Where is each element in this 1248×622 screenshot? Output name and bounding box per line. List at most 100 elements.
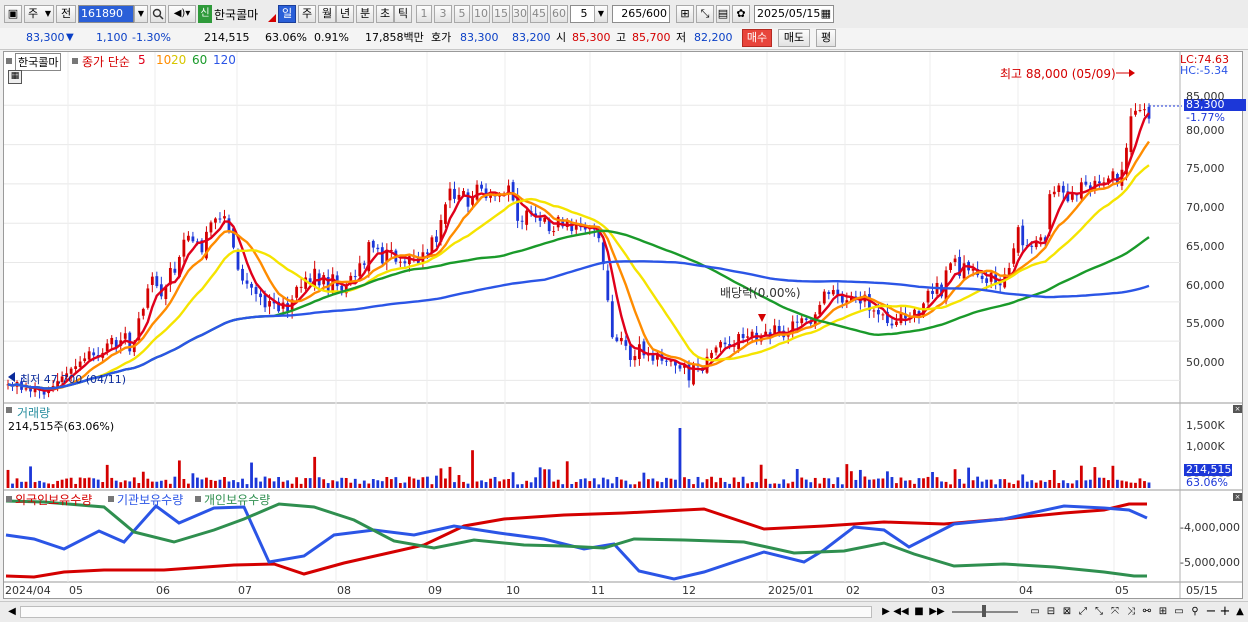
price-chart-svg[interactable]: [4, 52, 1242, 598]
volume-bar: [520, 484, 524, 488]
period-tab-6[interactable]: 틱: [394, 5, 412, 23]
volume-close-icon[interactable]: ×: [1233, 405, 1242, 413]
candle-body: [827, 292, 831, 294]
interval-button-1[interactable]: 3: [434, 5, 452, 23]
interval-button-4[interactable]: 15: [492, 5, 510, 23]
period-tab-2[interactable]: 월: [318, 5, 336, 23]
volume-bar: [376, 480, 380, 488]
calculator-icon[interactable]: ▦: [8, 70, 22, 84]
window-menu-icon[interactable]: ▣: [4, 5, 22, 23]
legend-ma-20[interactable]: 20: [171, 53, 186, 67]
eval-button[interactable]: 평: [816, 29, 836, 47]
volume-bar: [958, 478, 961, 488]
high-price: 85,700: [632, 31, 671, 44]
interval-button-7[interactable]: 60: [550, 5, 568, 23]
date-axis-label: 12: [682, 584, 696, 597]
interval-button-5[interactable]: 30: [512, 5, 528, 23]
interval-button-6[interactable]: 45: [530, 5, 548, 23]
legend-ma-label[interactable]: 종가 단순: [82, 53, 130, 70]
volume-bar: [308, 478, 312, 488]
crosshair-icon[interactable]: ⊞: [676, 5, 694, 23]
volume-bar: [795, 468, 799, 488]
volume-bar: [241, 478, 244, 488]
zoom-slider-thumb[interactable]: [982, 605, 986, 617]
candle-body: [1052, 191, 1056, 195]
current-pct-tag: -1.77%: [1186, 111, 1225, 124]
holding-legend-label[interactable]: 외국인보유수량: [15, 491, 92, 508]
volume-bar: [750, 481, 754, 488]
stop-icon[interactable]: ■: [911, 604, 927, 620]
volume-bar: [326, 483, 330, 488]
search-icon[interactable]: [150, 5, 166, 23]
volume-bar: [683, 477, 686, 488]
date-input[interactable]: 2025/05/15 ▦: [754, 5, 834, 23]
date-axis-label: 11: [591, 584, 605, 597]
period-tab-4[interactable]: 분: [356, 5, 374, 23]
tool-h-icon[interactable]: ⚯: [1139, 604, 1155, 620]
code-input[interactable]: 161890: [78, 5, 134, 23]
tool-c-icon[interactable]: ⊠: [1059, 604, 1075, 620]
holding-legend-label[interactable]: 기관보유수량: [117, 491, 183, 508]
tool-d-icon[interactable]: ⤢: [1075, 604, 1091, 620]
candle-body: [628, 345, 632, 360]
save-icon[interactable]: ▤: [716, 5, 730, 23]
zoom-in-icon[interactable]: +: [1217, 604, 1233, 620]
scroll-end-icon[interactable]: ▲: [1232, 604, 1248, 620]
candle-body: [619, 337, 623, 342]
prev-button[interactable]: 전: [56, 5, 76, 23]
volume-bar: [173, 476, 177, 488]
holding-legend-label[interactable]: 개인보유수량: [204, 491, 270, 508]
tool-g-icon[interactable]: ⤨: [1123, 604, 1139, 620]
volume-bar: [439, 468, 443, 488]
rewind-icon[interactable]: ◀◀: [893, 604, 909, 620]
legend-ma-120[interactable]: 120: [213, 53, 236, 67]
fast-forward-icon[interactable]: ▶▶: [929, 604, 945, 620]
candle-body: [453, 188, 456, 199]
tool-b-icon[interactable]: ⊟: [1043, 604, 1059, 620]
legend-stock-name[interactable]: 한국콜마: [15, 53, 62, 71]
price-axis-label: 60,000: [1186, 279, 1225, 292]
interval-dropdown-icon[interactable]: ▼: [594, 5, 608, 23]
legend-ma-5[interactable]: 5: [138, 53, 146, 67]
volume-bar: [1012, 484, 1016, 488]
tool-j-icon[interactable]: ▭: [1171, 604, 1187, 620]
candle-body: [877, 309, 880, 315]
date-axis-label: 2025/01: [768, 584, 814, 597]
type-select[interactable]: 주 ▼: [24, 5, 54, 23]
interval-button-0[interactable]: 1: [416, 5, 432, 23]
legend-ma-10[interactable]: 10: [156, 53, 171, 67]
scroll-track[interactable]: [20, 606, 872, 618]
buy-button[interactable]: 매수: [742, 29, 772, 47]
scroll-right-icon[interactable]: ▶: [878, 604, 894, 620]
interval-button-3[interactable]: 10: [472, 5, 490, 23]
settings-icon[interactable]: ✿: [732, 5, 750, 23]
scroll-left-icon[interactable]: ◀: [4, 604, 20, 620]
magnify-icon[interactable]: ⚲: [1187, 604, 1203, 620]
volume-bar: [1021, 474, 1025, 488]
period-tab-1[interactable]: 주: [298, 5, 316, 23]
volume-bar: [33, 482, 37, 488]
period-tab-3[interactable]: 년: [336, 5, 354, 23]
high-annotation: 최고 88,000 (05/09): [1000, 67, 1116, 81]
period-tab-0[interactable]: 일: [278, 5, 296, 23]
legend-ma-60[interactable]: 60: [192, 53, 207, 67]
calendar-icon[interactable]: ▦: [821, 6, 831, 22]
tool-e-icon[interactable]: ⤡: [1091, 604, 1107, 620]
volume-bar: [114, 480, 118, 488]
candle-body: [475, 184, 479, 200]
interval-button-2[interactable]: 5: [454, 5, 470, 23]
tool-a-icon[interactable]: ▭: [1027, 604, 1043, 620]
volume-bar: [340, 477, 344, 488]
speaker-icon[interactable]: ◀)▾: [168, 5, 196, 23]
chart-area[interactable]: [3, 51, 1243, 599]
count-input[interactable]: 265/600: [612, 5, 670, 23]
holding-close-icon[interactable]: ×: [1233, 493, 1242, 501]
tool-f-icon[interactable]: ⤧: [1107, 604, 1123, 620]
volume-bar: [299, 483, 303, 488]
bottom-scrollbar[interactable]: ◀ ▶ ◀◀ ■ ▶▶ ▭ ⊟ ⊠ ⤢ ⤡ ⤧ ⤨ ⚯ ⊞ ▭ ⚲ − + ▲: [0, 601, 1248, 622]
sell-button[interactable]: 매도: [778, 29, 810, 47]
draw-line-icon[interactable]: ⤡: [696, 5, 714, 23]
tool-i-icon[interactable]: ⊞: [1155, 604, 1171, 620]
code-dropdown-icon[interactable]: ▼: [134, 5, 148, 23]
period-tab-5[interactable]: 초: [376, 5, 394, 23]
